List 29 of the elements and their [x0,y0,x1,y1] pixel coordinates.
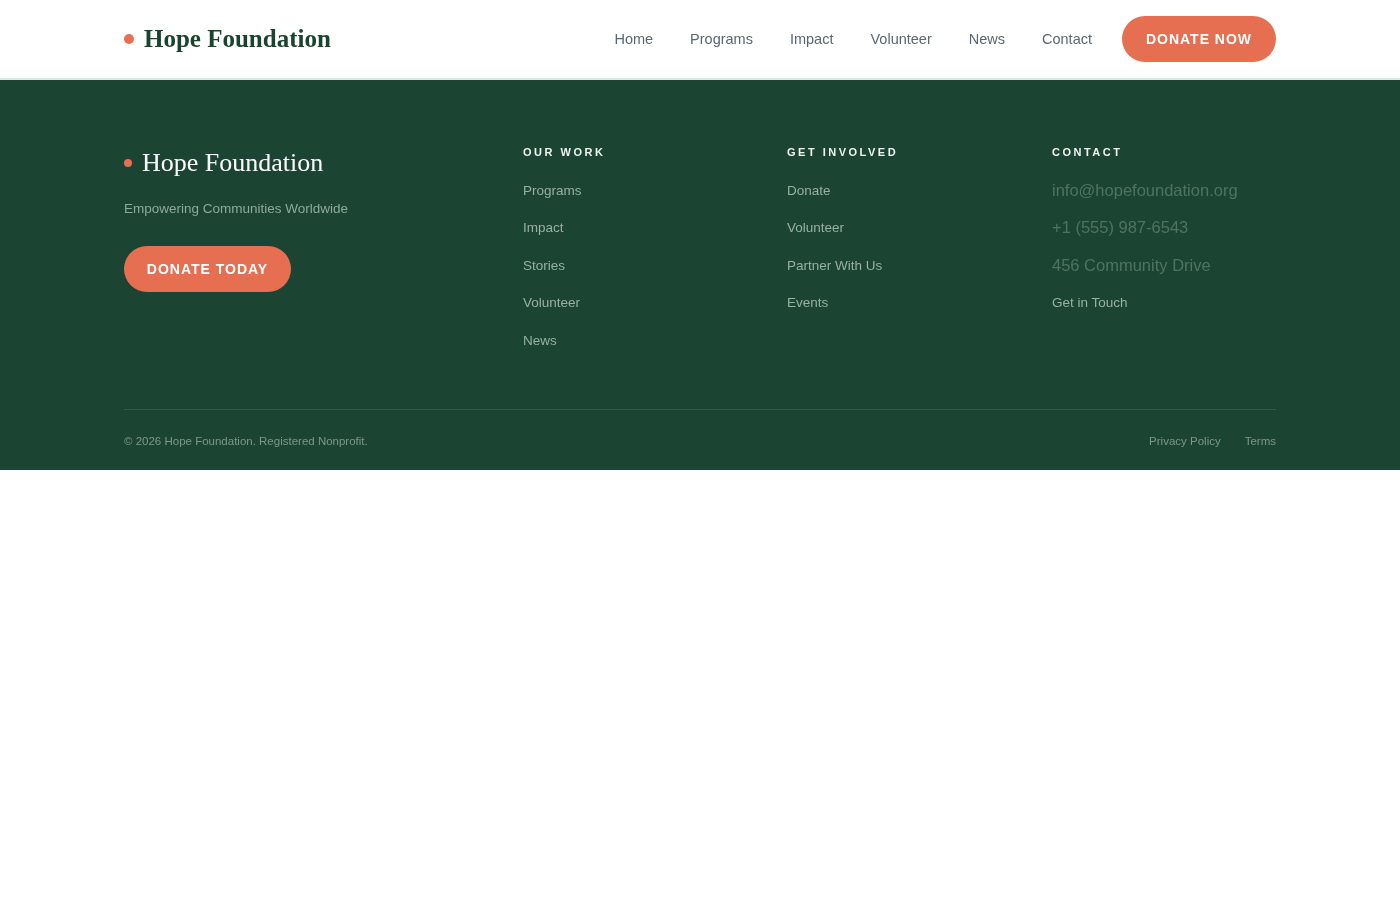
footer-link[interactable]: Impact [523,220,564,235]
footer-link[interactable]: Volunteer [523,295,581,310]
dot-icon [124,159,132,167]
footer-link[interactable]: Get in Touch [1052,295,1128,310]
column-heading: OUR WORK [523,146,607,158]
nav-link[interactable]: Programs [690,31,753,47]
nav-link[interactable]: Impact [789,31,834,47]
logo-link[interactable]: Hope Foundation [124,25,331,53]
column-heading: CONTACT [1052,146,1124,158]
legal-link[interactable]: Terms [1244,434,1276,447]
footer-link[interactable]: Stories [523,257,566,273]
footer-link[interactable]: Volunteer [787,220,845,235]
dot-icon [124,34,134,44]
footer-link[interactable]: Events [787,295,829,310]
footer-link[interactable]: Programs [523,182,582,198]
donate-button[interactable]: DONATE TODAY [124,246,291,292]
copyright-text: © 2026 Hope Foundation. Registered Nonprofit. [124,434,368,447]
nav-link[interactable]: Home [614,31,654,47]
nav-link[interactable]: News [968,31,1005,47]
donate-button[interactable]: DONATE NOW [1122,16,1276,62]
legal-link[interactable]: Privacy Policy [1149,434,1221,447]
column-heading: GET INVOLVED [787,146,900,158]
nav-link[interactable]: Volunteer [870,31,932,47]
footer-link[interactable]: Partner With Us [787,257,883,273]
footer-link[interactable]: News [523,332,557,348]
brand-name: Hope Foundation [142,148,324,178]
footer-link[interactable]: Donate [787,182,831,198]
nav-link[interactable]: Contact [1042,31,1092,47]
tagline: Empowering Communities Worldwide [124,201,350,216]
